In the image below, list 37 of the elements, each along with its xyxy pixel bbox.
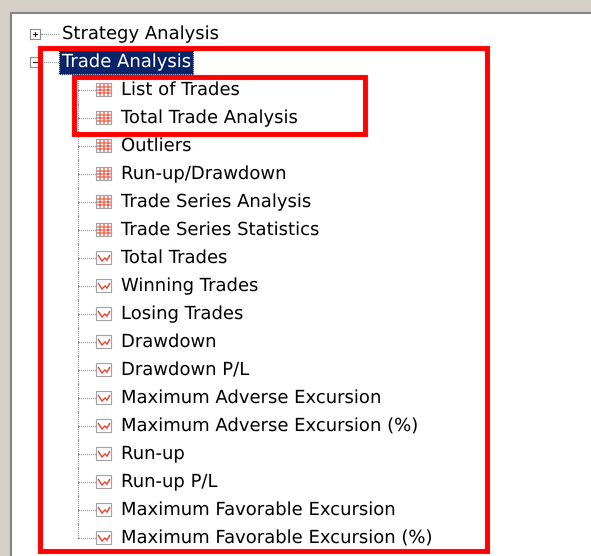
line-chart-icon [96,391,112,405]
tree-item[interactable]: Strategy Analysis [59,22,222,46]
tree-item[interactable]: Losing Trades [112,305,244,323]
table-icon [96,83,112,97]
line-chart-icon [96,531,112,545]
tree-item[interactable]: Maximum Adverse Excursion (%) [112,417,418,435]
tree-item[interactable]: Run-up/Drawdown [112,165,286,183]
table-icon [96,167,112,181]
line-chart-icon [96,447,112,461]
tree-item[interactable]: Drawdown [112,333,217,351]
line-chart-icon [96,363,112,377]
expand-icon[interactable] [30,28,41,40]
line-chart-icon [96,279,112,293]
tree-item[interactable]: Run-up [112,445,185,463]
tree-item[interactable]: Drawdown P/L [112,361,250,379]
line-chart-icon [96,307,112,321]
tree-item[interactable]: Trade Analysis [59,49,194,75]
tree-item[interactable]: List of Trades [112,81,240,99]
tree-item[interactable]: Maximum Adverse Excursion [112,389,382,407]
table-icon [96,139,112,153]
table-icon [96,111,112,125]
tree-item[interactable]: Winning Trades [112,277,258,295]
tree-item[interactable]: Trade Series Analysis [112,193,312,211]
tree-item[interactable]: Run-up P/L [112,473,218,491]
line-chart-icon [96,251,112,265]
tree-item[interactable]: Outliers [112,137,192,155]
table-icon [96,195,112,209]
tree-item[interactable]: Maximum Favorable Excursion [112,501,396,519]
tree-item[interactable]: Total Trade Analysis [112,109,298,127]
tree-item[interactable]: Trade Series Statistics [112,221,320,239]
line-chart-icon [96,503,112,517]
line-chart-icon [96,419,112,433]
tree-item[interactable]: Maximum Favorable Excursion (%) [112,529,433,547]
tree-item[interactable]: Total Trades [112,249,228,267]
table-icon [96,223,112,237]
line-chart-icon [96,475,112,489]
line-chart-icon [96,335,112,349]
